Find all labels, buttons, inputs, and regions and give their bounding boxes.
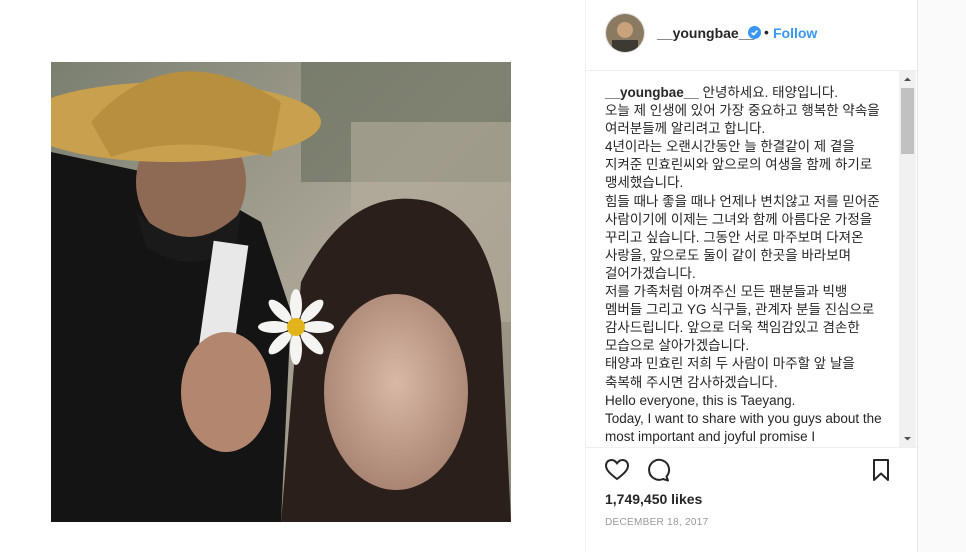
caption-text: 안녕하세요. 태양입니다. 오늘 제 인생에 있어 가장 중요하고 행복한 약속… xyxy=(605,85,882,444)
scroll-down-arrow-icon[interactable] xyxy=(899,430,916,447)
caption: __youngbae__ 안녕하세요. 태양입니다. 오늘 제 인생에 있어 가… xyxy=(605,84,883,446)
page-gutter xyxy=(917,0,966,552)
caption-scrollbar[interactable] xyxy=(899,71,916,447)
avatar-image xyxy=(606,14,644,52)
verified-badge-icon xyxy=(748,26,761,39)
post-side-panel: __youngbae__ • Follow __youngbae__ 안녕하세요… xyxy=(585,0,918,552)
scrollbar-thumb[interactable] xyxy=(901,88,914,154)
post-header: __youngbae__ • Follow xyxy=(586,0,918,71)
media-area xyxy=(0,0,585,552)
post-photo[interactable] xyxy=(51,62,511,522)
heart-icon[interactable] xyxy=(603,456,631,484)
follow-button[interactable]: Follow xyxy=(773,25,817,41)
header-username[interactable]: __youngbae__ xyxy=(657,25,754,41)
likes-count[interactable]: 1,749,450 likes xyxy=(605,491,702,507)
post-actions xyxy=(586,447,918,490)
photo-illustration xyxy=(51,62,511,522)
scroll-up-arrow-icon[interactable] xyxy=(899,71,916,88)
post-date[interactable]: DECEMBER 18, 2017 xyxy=(605,517,708,528)
bookmark-icon[interactable] xyxy=(867,456,895,484)
separator-dot: • xyxy=(764,24,769,40)
caption-container[interactable]: __youngbae__ 안녕하세요. 태양입니다. 오늘 제 인생에 있어 가… xyxy=(586,71,916,447)
avatar[interactable] xyxy=(605,13,645,53)
comment-icon[interactable] xyxy=(644,456,672,484)
caption-username[interactable]: __youngbae__ xyxy=(605,85,699,100)
